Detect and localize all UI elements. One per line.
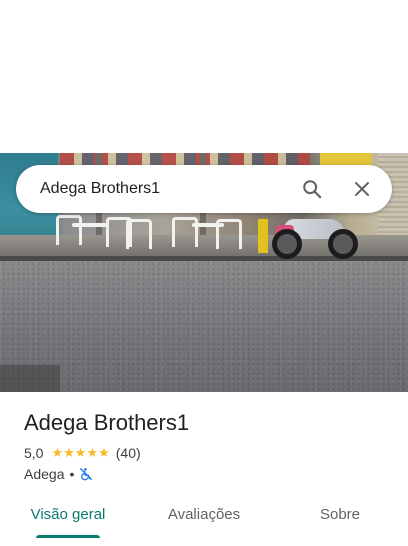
search-button[interactable] xyxy=(294,171,330,207)
clear-search-button[interactable] xyxy=(344,171,380,207)
tab-about[interactable]: Sobre xyxy=(272,498,408,546)
separator-dot: • xyxy=(69,466,75,482)
photo-chair xyxy=(56,215,82,245)
photo-motorcycle xyxy=(268,211,360,259)
rating-row[interactable]: 5,0 ★ ★ ★ ★ ★ (40) xyxy=(24,445,141,461)
rating-stars: ★ ★ ★ ★ ★ xyxy=(51,446,109,460)
star-icon: ★ xyxy=(98,445,110,460)
star-icon: ★ xyxy=(74,445,87,460)
tab-overview[interactable]: Visão geral xyxy=(0,498,136,546)
place-tabs: Visão geral Avaliações Sobre xyxy=(0,498,408,546)
tab-label: Visão geral xyxy=(30,506,106,523)
review-count[interactable]: (40) xyxy=(116,445,141,461)
close-icon xyxy=(355,182,369,196)
active-tab-indicator xyxy=(36,535,100,538)
search-bar[interactable]: Adega Brothers1 xyxy=(16,165,392,213)
tab-label: Sobre xyxy=(319,506,361,523)
star-icon: ★ xyxy=(63,445,75,460)
search-input[interactable]: Adega Brothers1 xyxy=(40,180,280,198)
star-icon: ★ xyxy=(86,445,99,460)
photo-road-patch xyxy=(0,365,60,392)
photo-yellow-sign xyxy=(320,153,372,165)
photo-yellow-post xyxy=(258,219,268,253)
place-category: Adega xyxy=(24,466,65,482)
photo-table xyxy=(72,223,108,227)
tab-reviews[interactable]: Avaliações xyxy=(136,498,272,546)
photo-chair xyxy=(126,219,152,249)
tab-label: Avaliações xyxy=(167,506,241,523)
photo-chair xyxy=(216,219,242,249)
rating-value: 5,0 xyxy=(24,445,44,461)
photo-road xyxy=(0,261,408,392)
photo-chair xyxy=(172,217,198,247)
star-icon: ★ xyxy=(51,445,64,460)
category-row: Adega • xyxy=(24,466,93,482)
search-icon xyxy=(303,180,322,199)
no-wheelchair-icon xyxy=(80,468,93,481)
place-title: Adega Brothers1 xyxy=(24,410,190,435)
place-screen: Adega Brothers1 Adega Brothers1 5,0 ★ ★ … xyxy=(0,0,408,546)
